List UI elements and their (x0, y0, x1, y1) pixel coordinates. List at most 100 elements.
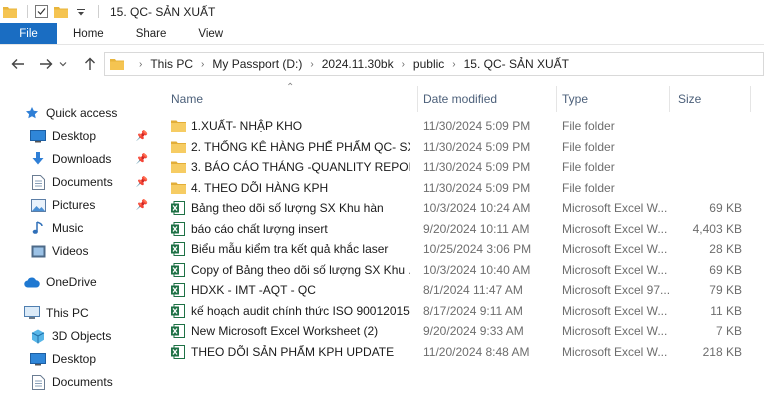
tab-home[interactable]: Home (57, 23, 120, 44)
pictures-icon (30, 197, 46, 213)
excel-icon (170, 344, 186, 360)
chevron-right-icon[interactable]: › (402, 59, 405, 70)
tab-view[interactable]: View (182, 23, 239, 44)
excel-icon (170, 200, 186, 216)
documents-icon (30, 174, 46, 190)
folder-icon (170, 159, 186, 175)
excel-icon (170, 303, 186, 319)
file-type: Microsoft Excel W... (562, 221, 668, 236)
sidebar-item-label: Documents (52, 175, 113, 189)
file-row[interactable]: New Microsoft Excel Worksheet (2) 9/20/2… (156, 321, 764, 341)
folder-icon (170, 118, 186, 134)
file-name: 2. THỐNG KÊ HÀNG PHẾ PHẨM QC- SX (191, 139, 410, 154)
column-header-type[interactable]: Type (562, 84, 672, 114)
column-divider[interactable] (669, 86, 670, 112)
sidebar-item-label: Documents (52, 375, 113, 389)
file-size: 69 KB (709, 201, 742, 215)
file-row[interactable]: 2. THỐNG KÊ HÀNG PHẾ PHẨM QC- SX 11/30/2… (156, 137, 764, 157)
file-size (672, 116, 742, 136)
breadcrumb-current[interactable]: 15. QC- SẢN XUẤT (464, 57, 569, 71)
pin-icon[interactable]: 📌 (136, 200, 148, 211)
column-header-date[interactable]: Date modified (423, 84, 553, 114)
sidebar-item-desktop-pc[interactable]: Desktop (30, 348, 156, 370)
pin-icon[interactable]: 📌 (136, 131, 148, 142)
pin-icon[interactable]: 📌 (136, 177, 148, 188)
column-header-name[interactable]: Name (171, 84, 421, 114)
customize-toolbar-icon[interactable] (73, 4, 89, 20)
file-name: 4. THEO DÕI HÀNG KPH (191, 180, 329, 195)
arrow-left-icon (11, 59, 24, 69)
sidebar-item-documents-pc[interactable]: Documents (30, 371, 156, 393)
sidebar-item-music[interactable]: Music (30, 217, 156, 239)
file-type: Microsoft Excel W... (562, 324, 668, 338)
file-row[interactable]: HDXK - IMT -AQT - QC 8/1/2024 11:47 AM M… (156, 280, 764, 300)
file-row[interactable]: 3. BÁO CÁO THÁNG -QUANLITY REPORT 11/30/… (156, 157, 764, 177)
file-type: Microsoft Excel W... (562, 303, 668, 318)
sidebar-item-label: Music (52, 221, 84, 235)
excel-icon (170, 282, 186, 298)
file-name: HDXK - IMT -AQT - QC (191, 283, 316, 297)
sidebar-item-videos[interactable]: Videos (30, 240, 156, 262)
sidebar-item-documents[interactable]: Documents 📌 (30, 171, 156, 193)
file-row[interactable]: Biểu mẫu kiểm tra kết quả khắc laser 10/… (156, 239, 764, 259)
file-row[interactable]: báo cáo chất lượng insert 9/20/2024 10:1… (156, 219, 764, 239)
documents-icon (30, 374, 46, 390)
new-folder-icon[interactable] (53, 4, 69, 20)
pin-icon[interactable]: 📌 (136, 154, 148, 165)
column-header-size[interactable]: Size (678, 84, 748, 114)
sidebar-item-desktop[interactable]: Desktop 📌 (30, 125, 156, 147)
divider (98, 5, 99, 18)
file-row[interactable]: 1.XUẤT- NHẬP KHO 11/30/2024 5:09 PM File… (156, 116, 764, 136)
sidebar-item-label: Videos (52, 244, 89, 258)
file-size (672, 178, 742, 198)
file-row[interactable]: THEO DÕI SẢN PHẨM KPH UPDATE 11/20/2024 … (156, 342, 764, 362)
up-button[interactable] (78, 52, 102, 76)
tab-file[interactable]: File (0, 23, 57, 44)
file-row[interactable]: 4. THEO DÕI HÀNG KPH 11/30/2024 5:09 PM … (156, 178, 764, 198)
file-type: Microsoft Excel W... (562, 201, 668, 215)
sidebar-item-3d-objects[interactable]: 3D Objects (30, 325, 156, 347)
file-row[interactable]: Bảng theo dõi số lượng SX Khu hàn 10/3/2… (156, 198, 764, 218)
forward-button[interactable] (34, 52, 58, 76)
sidebar-item-label: Downloads (52, 152, 112, 166)
sidebar-item-downloads[interactable]: Downloads 📌 (30, 148, 156, 170)
file-size: 69 KB (709, 262, 742, 277)
address-bar[interactable]: › This PC › My Passport (D:) › 2024.11.3… (104, 52, 764, 76)
file-row[interactable]: kế hoạch audit chính thức ISO 90012015 8… (156, 301, 764, 321)
star-icon (24, 105, 40, 121)
videos-icon (30, 243, 46, 259)
recent-locations-button[interactable] (56, 52, 70, 76)
window-title: 15. QC- SẢN XUẤT (110, 4, 216, 19)
file-date: 8/17/2024 9:11 AM (423, 303, 523, 318)
file-size: 28 KB (709, 242, 742, 256)
sidebar-item-label: Pictures (52, 198, 96, 212)
chevron-right-icon: › (139, 58, 143, 70)
file-name: THEO DÕI SẢN PHẨM KPH UPDATE (191, 344, 395, 359)
chevron-right-icon[interactable]: › (452, 59, 455, 70)
chevron-right-icon[interactable]: › (201, 59, 204, 70)
breadcrumb-backup-folder[interactable]: 2024.11.30bk (322, 57, 394, 71)
file-type: Microsoft Excel W... (562, 344, 668, 359)
column-divider[interactable] (750, 86, 751, 112)
file-date: 10/3/2024 10:40 AM (423, 262, 531, 277)
file-date: 11/30/2024 5:09 PM (423, 139, 531, 154)
cloud-icon (24, 274, 40, 290)
music-icon (30, 220, 46, 236)
column-divider[interactable] (556, 86, 557, 112)
breadcrumb-public[interactable]: public (413, 57, 444, 71)
sidebar-item-pictures[interactable]: Pictures 📌 (30, 194, 156, 216)
file-date: 11/30/2024 5:09 PM (423, 180, 531, 195)
chevron-right-icon[interactable]: › (310, 59, 313, 70)
breadcrumb-this-pc[interactable]: This PC (150, 57, 193, 71)
breadcrumb-drive[interactable]: My Passport (D:) (212, 57, 302, 71)
back-button[interactable] (6, 52, 30, 76)
properties-icon[interactable] (33, 4, 49, 20)
file-row[interactable]: Copy of Bảng theo dõi số lượng SX Khu ..… (156, 260, 764, 280)
tab-share[interactable]: Share (120, 23, 183, 44)
file-name: báo cáo chất lượng insert (191, 221, 328, 236)
file-size (672, 137, 742, 157)
title-bar: 15. QC- SẢN XUẤT (0, 0, 764, 23)
file-date: 11/30/2024 5:09 PM (423, 160, 531, 174)
divider (27, 5, 28, 18)
column-divider[interactable] (417, 86, 418, 112)
